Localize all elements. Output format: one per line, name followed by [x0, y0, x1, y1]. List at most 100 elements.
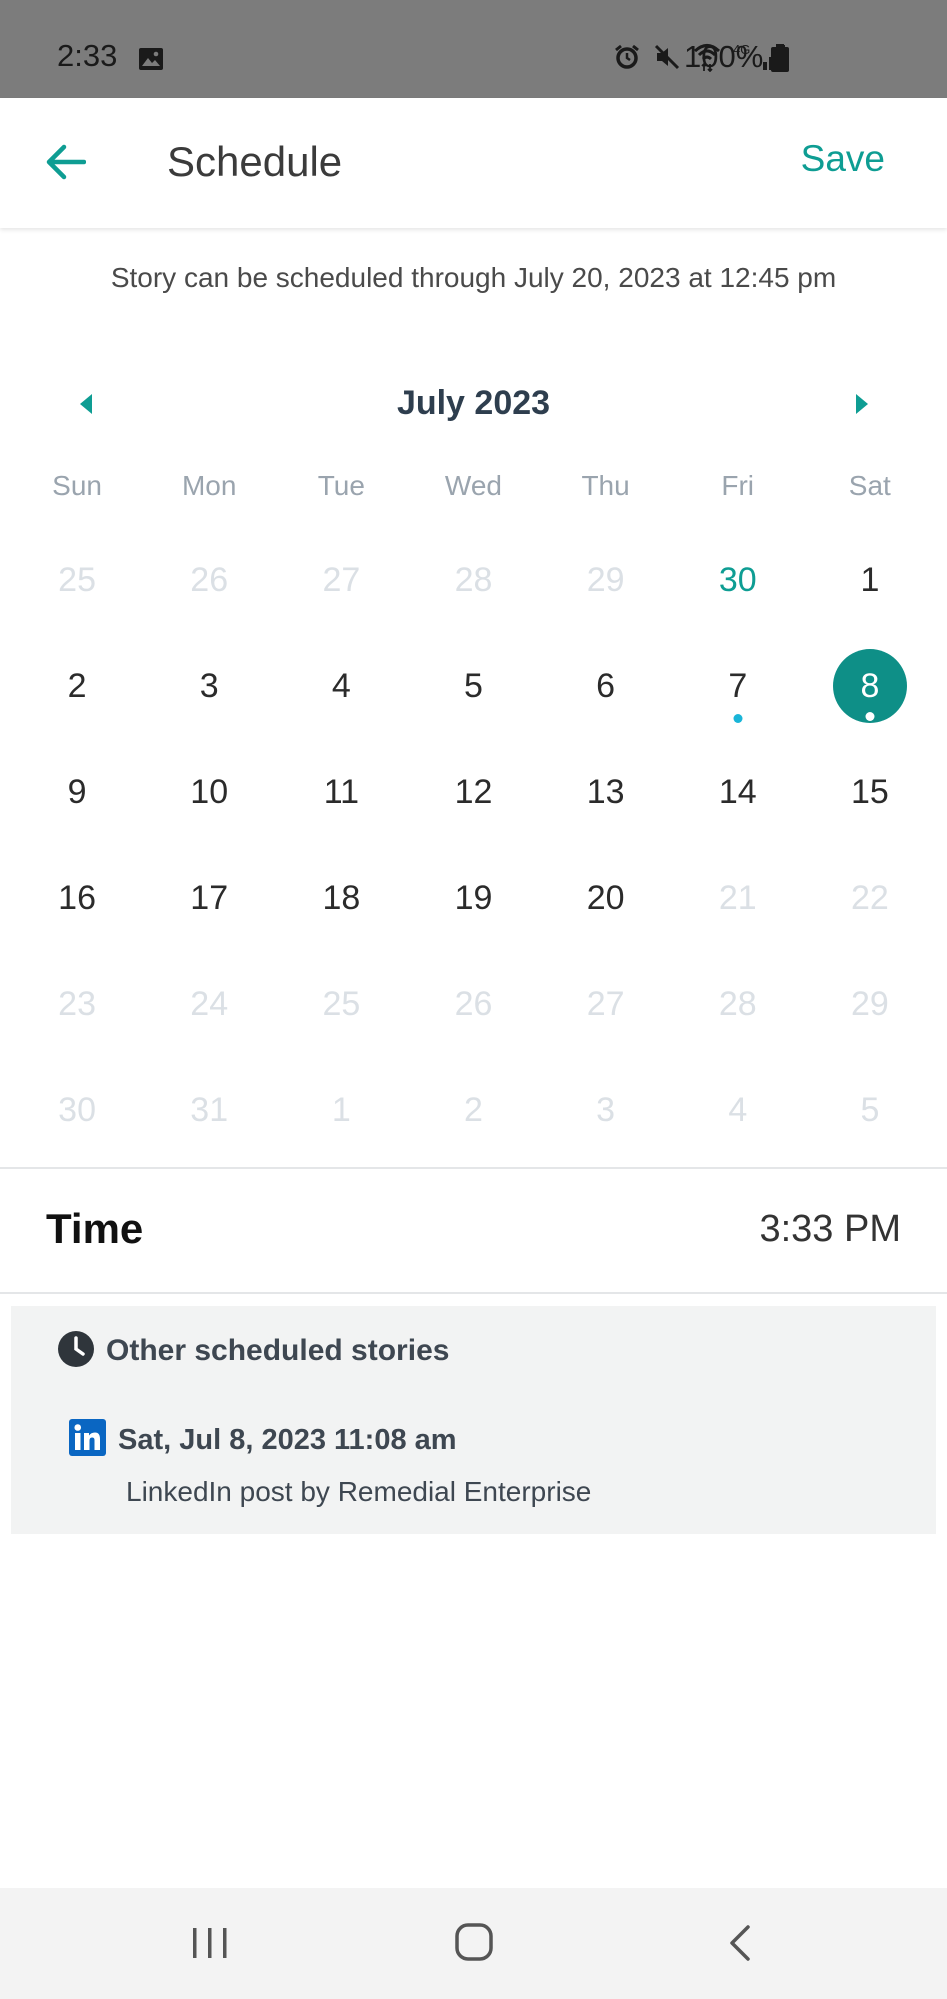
- calendar-day[interactable]: 7: [672, 633, 804, 739]
- clock-icon: [58, 1331, 94, 1367]
- system-navigation-bar: [0, 1888, 947, 1999]
- calendar-day-number: 2: [67, 666, 87, 705]
- calendar-day: 28: [407, 527, 539, 633]
- calendar-day-number: 14: [718, 772, 757, 811]
- calendar-day: 23: [11, 951, 143, 1057]
- calendar-day-number: 5: [860, 1090, 880, 1129]
- panel-title: Other scheduled stories: [106, 1334, 450, 1367]
- calendar-day-number: 18: [322, 878, 361, 917]
- calendar-day-number: 24: [190, 984, 229, 1023]
- calendar-day: 28: [672, 951, 804, 1057]
- calendar-day-number: 26: [190, 560, 229, 599]
- calendar-day[interactable]: 19: [407, 845, 539, 951]
- schedule-limit-notice: Story can be scheduled through July 20, …: [110, 262, 837, 293]
- page-title: Schedule: [167, 138, 343, 185]
- month-label: July 2023: [396, 384, 551, 422]
- calendar-day-number: 16: [58, 878, 96, 917]
- calendar-day-number: 1: [860, 560, 880, 599]
- calendar-day: 24: [143, 951, 275, 1057]
- calendar-day[interactable]: 16: [11, 845, 143, 951]
- calendar-grid: 25 26 27 28 29 30 1 2 3 4 5 6 7 8 9 10 11 12 13 14 15 16 17 18 1…: [11, 527, 936, 1163]
- calendar-day-number: 3: [199, 666, 219, 705]
- alarm-icon: [615, 44, 639, 69]
- calendar-day-number: 30: [718, 560, 757, 599]
- status-time: 2:33: [57, 38, 118, 73]
- time-picker-value[interactable]: 3:33 PM: [759, 1208, 901, 1251]
- calendar-day-number: 17: [190, 878, 229, 917]
- calendar-day: 27: [275, 527, 407, 633]
- calendar-day-number: 20: [586, 878, 625, 917]
- calendar-day: 3: [540, 1057, 672, 1163]
- calendar-day-number: 31: [190, 1090, 229, 1129]
- calendar-day[interactable]: 1: [804, 527, 936, 633]
- calendar-day: 22: [804, 845, 936, 951]
- save-button[interactable]: Save: [801, 138, 885, 180]
- calendar-day[interactable]: 5: [407, 633, 539, 739]
- calendar-day[interactable]: 18: [275, 845, 407, 951]
- calendar-day-number: 6: [596, 666, 616, 705]
- calendar-day-number: 7: [728, 666, 748, 705]
- weekday-label: Thu: [581, 470, 630, 501]
- calendar-day[interactable]: 13: [540, 739, 672, 845]
- calendar-day[interactable]: 15: [804, 739, 936, 845]
- calendar-day[interactable]: 4: [275, 633, 407, 739]
- calendar-day-selected[interactable]: 8: [804, 633, 936, 739]
- mute-icon: [654, 44, 680, 70]
- weekday-label: Sat: [848, 470, 891, 501]
- calendar-day[interactable]: 14: [672, 739, 804, 845]
- calendar-day[interactable]: 10: [143, 739, 275, 845]
- calendar-day: 31: [143, 1057, 275, 1163]
- recents-icon[interactable]: [190, 1926, 230, 1960]
- calendar-day-number: 23: [58, 984, 96, 1023]
- calendar-day-number: 30: [58, 1090, 96, 1129]
- calendar-day-number: 10: [190, 772, 229, 811]
- calendar-day-number: 29: [851, 984, 889, 1023]
- calendar-day-number: 29: [586, 560, 625, 599]
- calendar-day: 30: [11, 1057, 143, 1163]
- weekday-label: Mon: [181, 470, 237, 501]
- calendar-day-number: 13: [586, 772, 625, 811]
- calendar-day[interactable]: 17: [143, 845, 275, 951]
- other-scheduled-stories-panel: Other scheduled stories Sat, Jul 8, 2023…: [11, 1306, 936, 1534]
- status-bar: 2:33 4G 100%: [0, 0, 947, 98]
- gallery-icon: [139, 48, 163, 70]
- scheduled-story-description: LinkedIn post by Remedial Enterprise: [126, 1476, 592, 1507]
- calendar-day-number: 5: [464, 666, 483, 705]
- calendar-day[interactable]: 30: [672, 527, 804, 633]
- calendar-day[interactable]: 3: [143, 633, 275, 739]
- calendar-day: 25: [275, 951, 407, 1057]
- calendar-day-number: 28: [454, 560, 493, 599]
- calendar-day-number: 27: [322, 560, 361, 599]
- calendar-day[interactable]: 11: [275, 739, 407, 845]
- weekday-label: Wed: [444, 470, 502, 501]
- calendar-day: 2: [407, 1057, 539, 1163]
- home-icon[interactable]: [454, 1922, 494, 1962]
- calendar-day-number: 1: [331, 1090, 351, 1129]
- next-month-icon[interactable]: [850, 390, 874, 418]
- back-nav-icon[interactable]: [724, 1924, 754, 1962]
- weekday-header: Sun Mon Tue Wed Thu Fri Sat: [11, 470, 936, 502]
- calendar-day[interactable]: 9: [11, 739, 143, 845]
- calendar-day: 26: [407, 951, 539, 1057]
- calendar-day: 5: [804, 1057, 936, 1163]
- calendar-day-number: 25: [58, 560, 96, 599]
- calendar-day-number: 19: [454, 878, 493, 917]
- calendar-day[interactable]: 12: [407, 739, 539, 845]
- calendar-day[interactable]: 6: [540, 633, 672, 739]
- calendar-day: 27: [540, 951, 672, 1057]
- back-arrow-icon[interactable]: [44, 142, 86, 182]
- scheduled-event-dot: [865, 712, 875, 721]
- calendar-day[interactable]: 20: [540, 845, 672, 951]
- calendar-day-number: 27: [586, 984, 625, 1023]
- calendar-day-number: 2: [464, 1090, 483, 1129]
- scheduled-story-date[interactable]: Sat, Jul 8, 2023 11:08 am: [118, 1424, 457, 1457]
- calendar-day-number: 4: [728, 1090, 748, 1129]
- calendar-day: 26: [143, 527, 275, 633]
- calendar-day-number: 4: [331, 666, 351, 705]
- calendar-day-number: 22: [851, 878, 889, 917]
- calendar-day: 21: [672, 845, 804, 951]
- calendar-day-number: 15: [851, 772, 889, 811]
- calendar-day[interactable]: 2: [11, 633, 143, 739]
- scheduled-event-dot: [733, 714, 743, 723]
- divider: [0, 1167, 947, 1169]
